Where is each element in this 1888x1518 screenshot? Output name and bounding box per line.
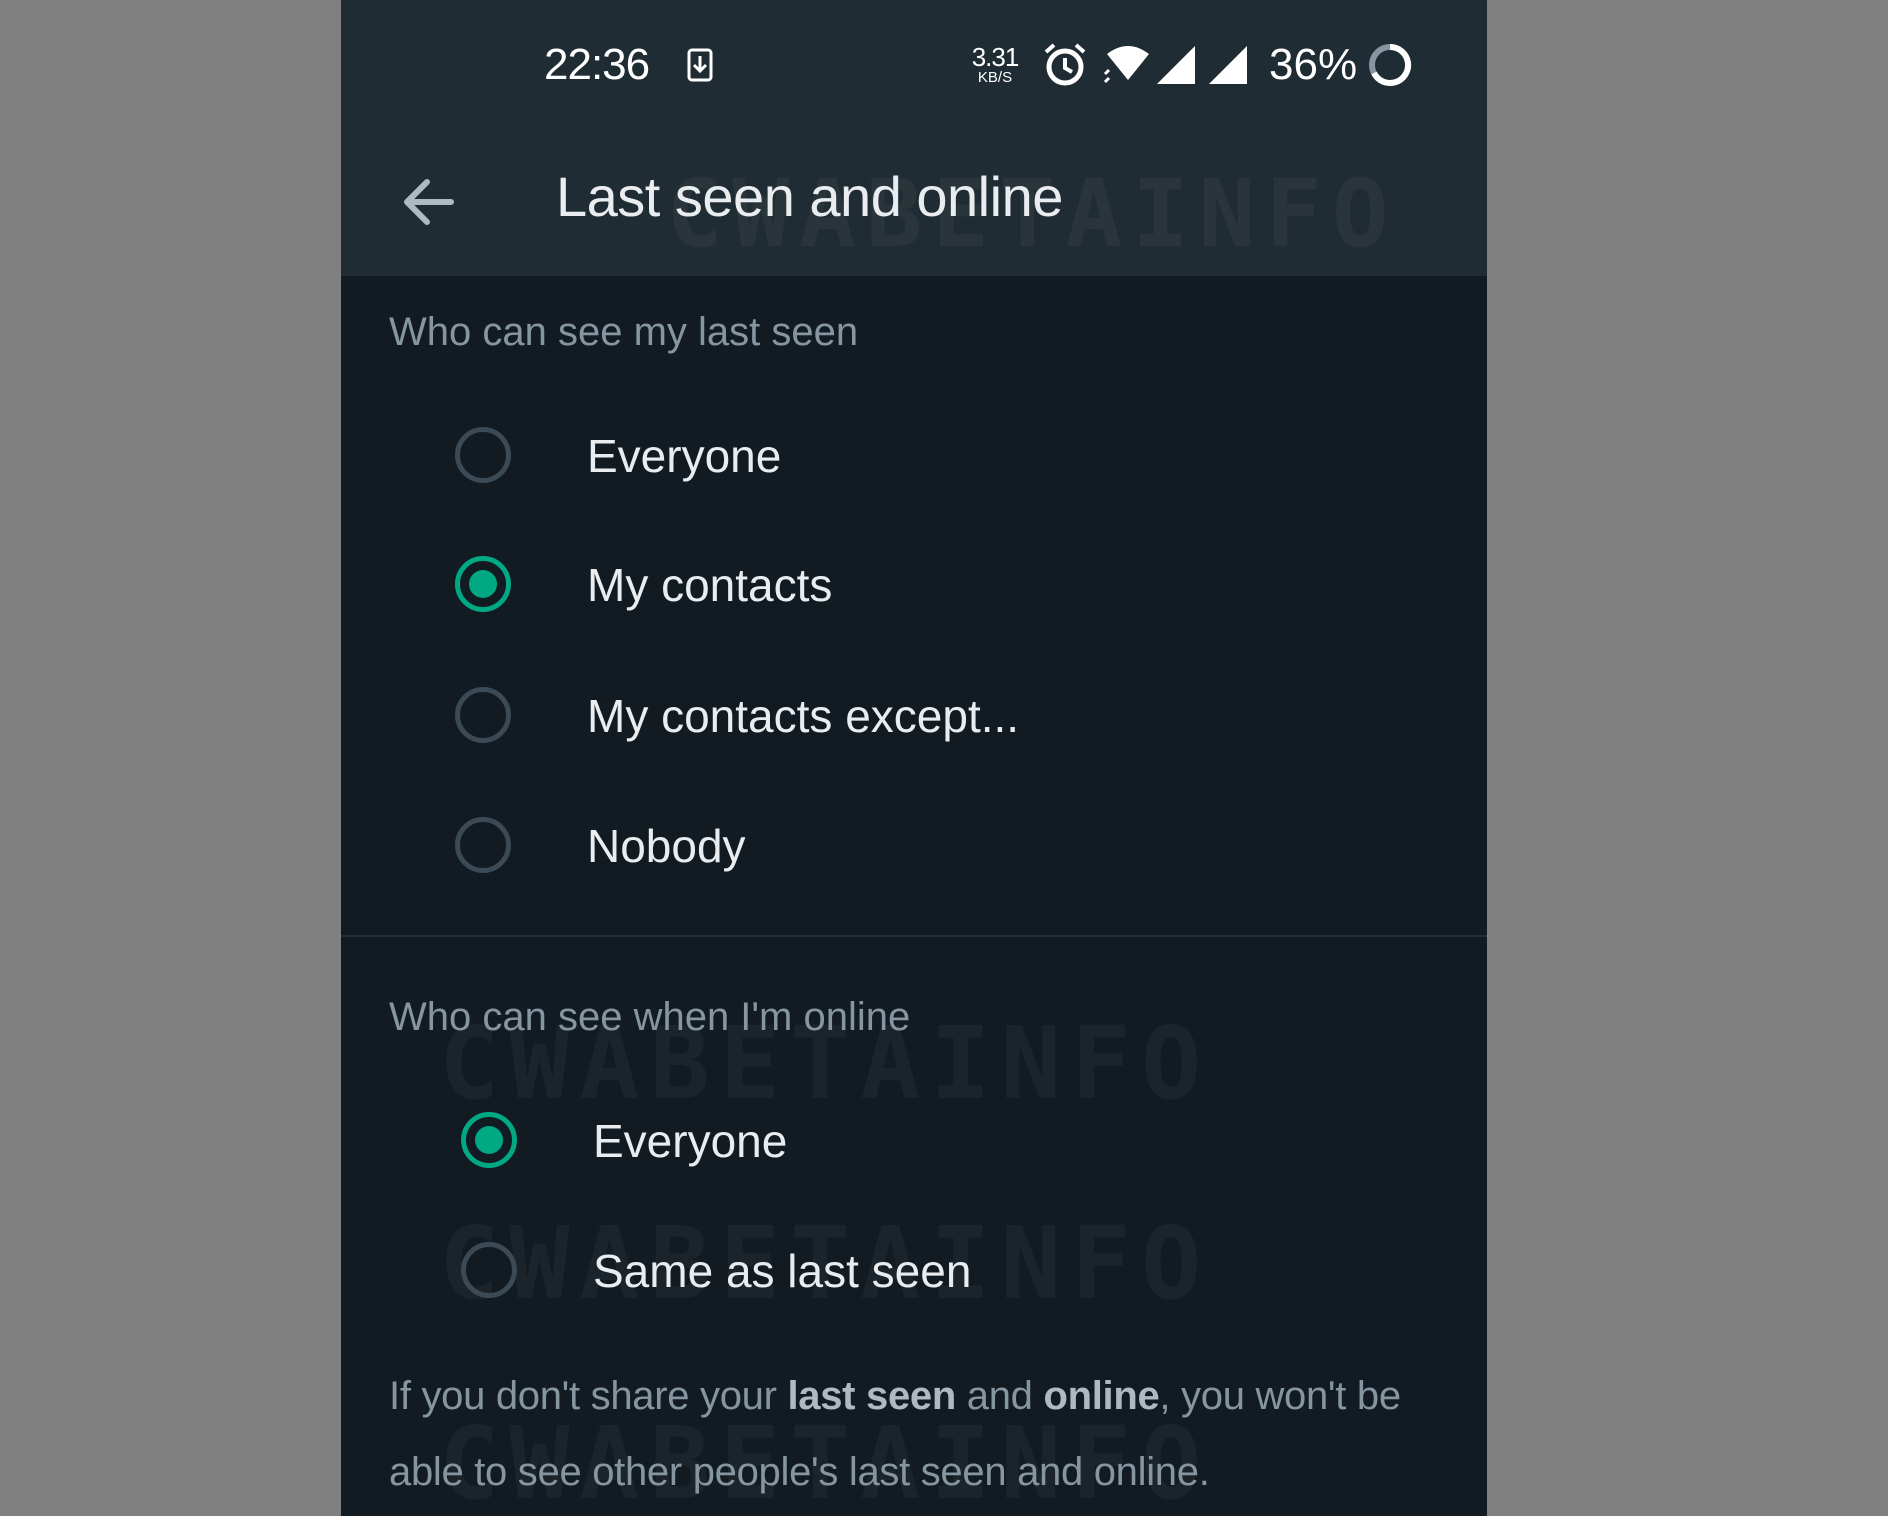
last-seen-option-my-contacts-except[interactable]: My contacts except... <box>341 657 1487 777</box>
alarm-icon <box>1044 43 1086 86</box>
battery-percent: 36% <box>1269 40 1358 89</box>
radio-button[interactable] <box>455 817 511 873</box>
footer-text: If you don't share your <box>389 1374 788 1418</box>
footer-bold-last-seen: last seen <box>787 1374 956 1418</box>
signal-icon <box>1157 46 1195 84</box>
option-label: Everyone <box>593 1115 788 1167</box>
app-bar: Last seen and online CWABETAINFO <box>341 130 1487 276</box>
download-icon <box>687 48 713 82</box>
last-seen-section-header: Who can see my last seen <box>389 310 859 354</box>
phone-screen: 22:36 3.31 KB/S 36% Last seen and online… <box>341 0 1487 1518</box>
arrow-left-icon <box>404 179 454 225</box>
wifi-icon <box>1103 46 1149 84</box>
radio-button-selected[interactable] <box>461 1112 517 1168</box>
radio-button[interactable] <box>455 687 511 743</box>
radio-button[interactable] <box>461 1242 517 1298</box>
status-time: 22:36 <box>544 40 650 89</box>
footer-note: If you don't share your last seen and on… <box>389 1358 1449 1510</box>
net-speed: 3.31 KB/S <box>969 44 1021 85</box>
net-speed-value: 3.31 <box>971 42 1020 72</box>
section-divider <box>341 935 1487 937</box>
online-option-everyone[interactable]: Everyone <box>341 1080 1487 1200</box>
last-seen-option-nobody[interactable]: Nobody <box>341 787 1487 907</box>
option-label: My contacts except... <box>587 690 1020 742</box>
radio-button[interactable] <box>455 427 511 483</box>
back-button[interactable] <box>393 166 465 238</box>
option-label: Everyone <box>587 430 782 482</box>
battery-ring-icon <box>1369 43 1412 86</box>
footer-bold-online: online <box>1043 1374 1160 1418</box>
radio-button-selected[interactable] <box>455 556 511 612</box>
option-label: Same as last seen <box>593 1245 972 1297</box>
page-title: Last seen and online <box>556 165 1063 228</box>
online-option-same-as-last-seen[interactable]: Same as last seen <box>341 1210 1487 1330</box>
option-label: Nobody <box>587 820 746 872</box>
net-speed-unit: KB/S <box>977 69 1013 86</box>
footer-text: and <box>955 1374 1044 1418</box>
option-label: My contacts <box>587 559 833 611</box>
status-bar: 22:36 3.31 KB/S 36% <box>341 0 1487 130</box>
last-seen-option-my-contacts[interactable]: My contacts <box>341 526 1487 646</box>
signal-icon <box>1209 46 1247 84</box>
online-section-header: Who can see when I'm online <box>389 995 911 1039</box>
last-seen-option-everyone[interactable]: Everyone <box>341 395 1487 515</box>
